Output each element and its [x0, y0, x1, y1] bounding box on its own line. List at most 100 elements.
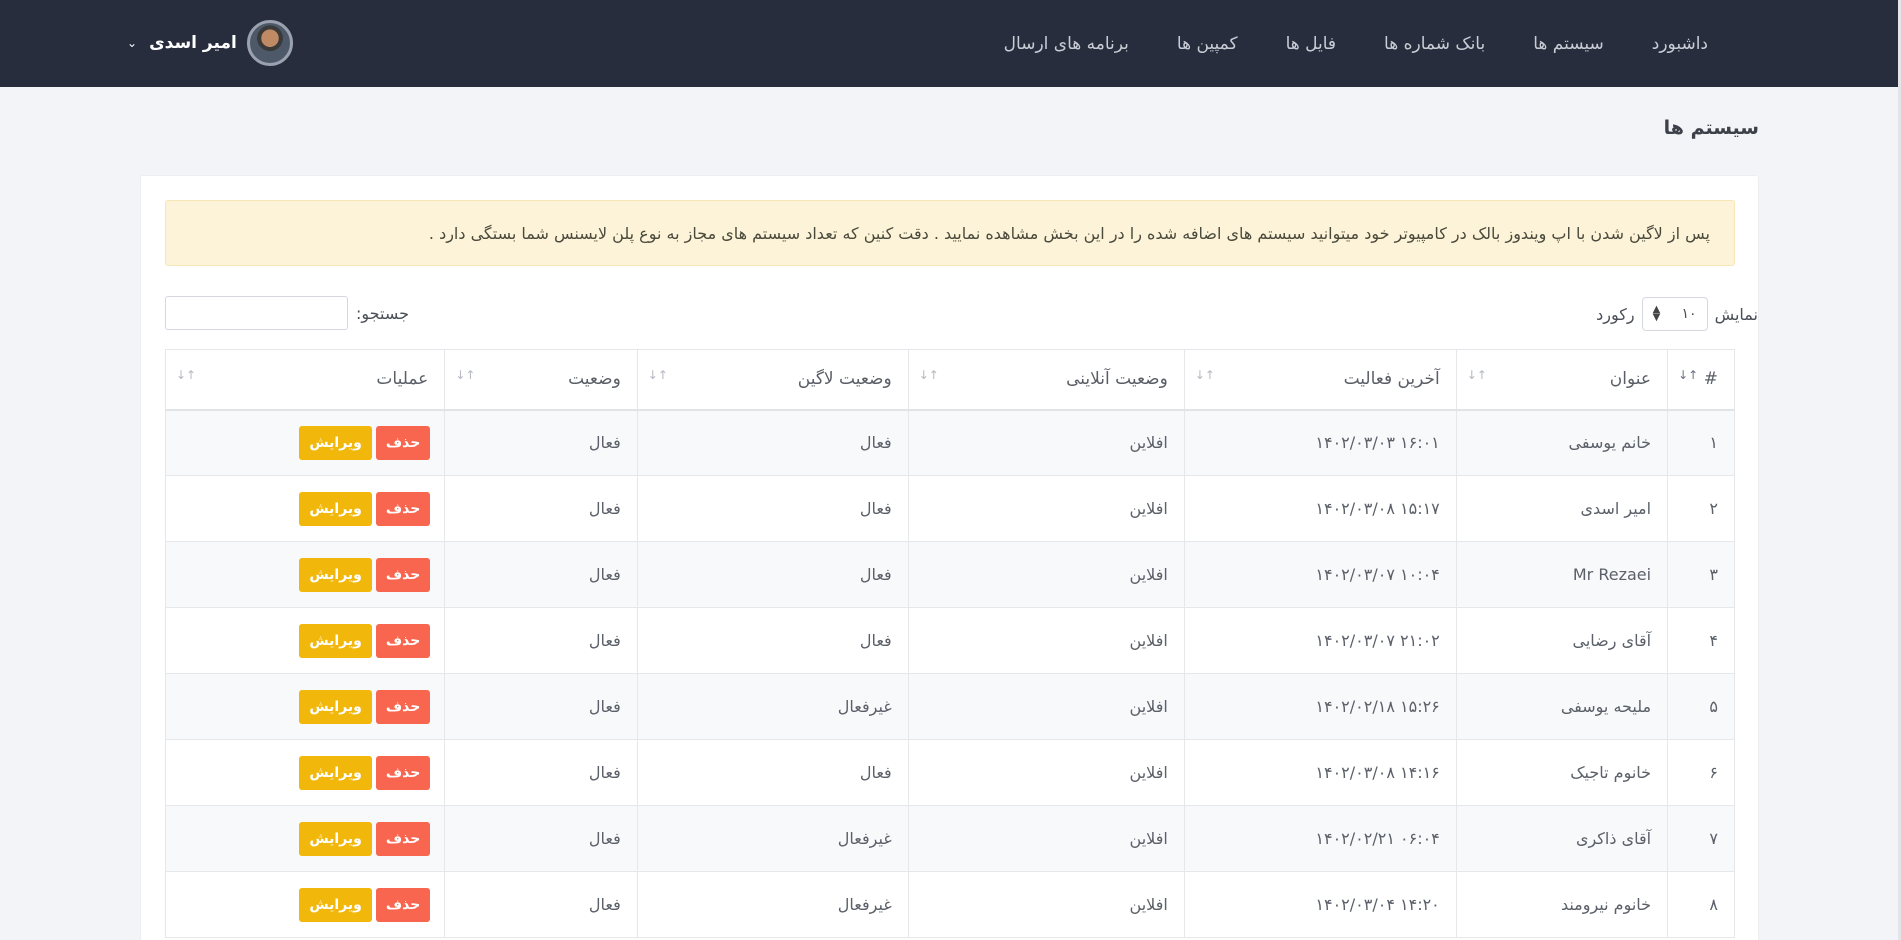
delete-button[interactable]: حذف [375, 755, 431, 790]
delete-button[interactable]: حذف [375, 821, 431, 856]
table-row: ۴ آقای رضایی ۱۴۰۲/۰۳/۰۷ ۲۱:۰۲ افلاین فعا… [164, 607, 1735, 674]
cell-operations: حذف ویرایش [164, 607, 446, 674]
cell-status: فعال [444, 541, 638, 608]
chevron-down-icon: ⌄ [127, 36, 138, 50]
column-header-online-status[interactable]: وضعیت آنلاینی ↑↓ [907, 349, 1185, 411]
table-row: ۸ خانوم نیرومند ۱۴۰۲/۰۳/۰۴ ۱۴:۲۰ افلاین … [164, 871, 1735, 938]
edit-button[interactable]: ویرایش [299, 623, 372, 658]
cell-status: فعال [444, 739, 638, 806]
delete-button[interactable]: حذف [375, 689, 431, 724]
cell-number: ۵ [1667, 673, 1735, 740]
table-row: ۱ خانم یوسفی ۱۴۰۲/۰۳/۰۳ ۱۶:۰۱ افلاین فعا… [164, 409, 1735, 476]
column-header-operations[interactable]: عملیات ↑↓ [164, 349, 446, 411]
cell-operations: حذف ویرایش [164, 409, 446, 476]
nav-item-schedules[interactable]: برنامه های ارسال [1004, 34, 1129, 54]
delete-button[interactable]: حذف [375, 425, 431, 460]
cell-status: فعال [444, 673, 638, 740]
cell-number: ۷ [1667, 805, 1735, 872]
delete-button[interactable]: حذف [375, 557, 431, 592]
cell-login-status: غیرفعال [636, 673, 909, 740]
show-label: نمایش [1714, 304, 1758, 324]
edit-button[interactable]: ویرایش [299, 557, 372, 592]
nav-item-systems[interactable]: سیستم ها [1533, 34, 1604, 54]
cell-title: ملیحه یوسفی [1455, 673, 1669, 740]
sort-icon: ↑↓ [1194, 368, 1215, 382]
sort-icon: ↑↓ [176, 368, 197, 382]
cell-online-status: افلاین [907, 409, 1185, 476]
cell-online-status: افلاین [907, 805, 1185, 872]
cell-login-status: فعال [636, 409, 909, 476]
avatar [246, 20, 293, 66]
table-row: ۳ Mr Rezaei ۱۴۰۲/۰۳/۰۷ ۱۰:۰۴ افلاین فعال… [164, 541, 1735, 608]
cell-online-status: افلاین [907, 871, 1185, 938]
systems-table: # ↑↓ عنوان ↑↓ آخرین فعالیت ↑↓ وضعیت آنلاینی… [164, 349, 1735, 938]
edit-button[interactable]: ویرایش [299, 491, 372, 526]
table-row: ۶ خانوم تاجیک ۱۴۰۲/۰۳/۰۸ ۱۴:۱۶ افلاین فع… [164, 739, 1735, 806]
user-name: امیر اسدی [149, 33, 237, 53]
cell-login-status: فعال [636, 475, 909, 542]
cell-number: ۸ [1667, 871, 1735, 938]
cell-operations: حذف ویرایش [164, 475, 446, 542]
nav-item-number-bank[interactable]: بانک شماره ها [1384, 34, 1485, 54]
cell-operations: حذف ویرایش [164, 541, 446, 608]
column-header-login-status[interactable]: وضعیت لاگین ↑↓ [636, 349, 909, 411]
cell-online-status: افلاین [907, 541, 1185, 608]
edit-button[interactable]: ویرایش [299, 755, 372, 790]
cell-last-activity: ۱۴۰۲/۰۳/۰۷ ۲۱:۰۲ [1183, 607, 1457, 674]
nav-item-dashboard[interactable]: داشبورد [1652, 34, 1708, 54]
cell-title: امیر اسدی [1455, 475, 1669, 542]
select-arrows-icon: ▲ ▼ [1652, 304, 1661, 323]
column-header-last-activity[interactable]: آخرین فعالیت ↑↓ [1183, 349, 1457, 411]
cell-last-activity: ۱۴۰۲/۰۳/۰۷ ۱۰:۰۴ [1183, 541, 1457, 608]
delete-button[interactable]: حذف [375, 491, 431, 526]
nav-item-files[interactable]: فایل ها [1286, 34, 1336, 54]
cell-online-status: افلاین [907, 607, 1185, 674]
edit-button[interactable]: ویرایش [299, 821, 372, 856]
delete-button[interactable]: حذف [375, 623, 431, 658]
edit-button[interactable]: ویرایش [299, 689, 372, 724]
cell-online-status: افلاین [907, 475, 1185, 542]
edit-button[interactable]: ویرایش [299, 425, 372, 460]
cell-login-status: غیرفعال [636, 805, 909, 872]
records-label: رکورد [1596, 304, 1635, 324]
edit-button[interactable]: ویرایش [299, 887, 372, 922]
cell-login-status: فعال [636, 541, 909, 608]
info-alert: پس از لاگین شدن با اپ ویندوز بالک در کام… [165, 200, 1735, 266]
table-row: ۵ ملیحه یوسفی ۱۴۰۲/۰۲/۱۸ ۱۵:۲۶ افلاین غی… [164, 673, 1735, 740]
cell-login-status: فعال [636, 739, 909, 806]
sort-icon: ↑↓ [455, 368, 476, 382]
cell-status: فعال [444, 409, 638, 476]
user-menu[interactable]: ⌄ امیر اسدی [127, 20, 293, 66]
main-menu: داشبورد سیستم ها بانک شماره ها فایل ها ک… [1004, 0, 1708, 87]
cell-status: فعال [444, 805, 638, 872]
cell-online-status: افلاین [907, 673, 1185, 740]
search-control: جستجو: [165, 296, 409, 330]
search-input[interactable] [165, 296, 348, 330]
page-length-value: ۱۰ [1681, 306, 1697, 322]
cell-status: فعال [444, 607, 638, 674]
page-length-select[interactable]: ۱۰ ▲ ▼ [1641, 297, 1708, 331]
cell-last-activity: ۱۴۰۲/۰۳/۰۴ ۱۴:۲۰ [1183, 871, 1457, 938]
cell-operations: حذف ویرایش [164, 871, 446, 938]
cell-online-status: افلاین [907, 739, 1185, 806]
cell-number: ۱ [1667, 409, 1735, 476]
top-navbar: داشبورد سیستم ها بانک شماره ها فایل ها ک… [0, 0, 1898, 87]
delete-button[interactable]: حذف [375, 887, 431, 922]
cell-login-status: غیرفعال [636, 871, 909, 938]
cell-last-activity: ۱۴۰۲/۰۲/۲۱ ۰۶:۰۴ [1183, 805, 1457, 872]
search-label: جستجو: [356, 303, 409, 323]
nav-item-campaigns[interactable]: کمپین ها [1177, 34, 1238, 54]
column-header-status[interactable]: وضعیت ↑↓ [444, 349, 638, 411]
cell-number: ۶ [1667, 739, 1735, 806]
cell-status: فعال [444, 475, 638, 542]
cell-last-activity: ۱۴۰۲/۰۳/۰۸ ۱۵:۱۷ [1183, 475, 1457, 542]
cell-last-activity: ۱۴۰۲/۰۳/۰۳ ۱۶:۰۱ [1183, 409, 1457, 476]
cell-title: آقای ذاکری [1455, 805, 1669, 872]
cell-title: خانوم تاجیک [1455, 739, 1669, 806]
column-header-title[interactable]: عنوان ↑↓ [1455, 349, 1669, 411]
cell-title: آقای رضایی [1455, 607, 1669, 674]
cell-operations: حذف ویرایش [164, 805, 446, 872]
sort-icon: ↑↓ [647, 368, 668, 382]
page-length-control: نمایش ۱۰ ▲ ▼ رکورد [1596, 297, 1758, 331]
column-header-number[interactable]: # ↑↓ [1667, 349, 1735, 411]
